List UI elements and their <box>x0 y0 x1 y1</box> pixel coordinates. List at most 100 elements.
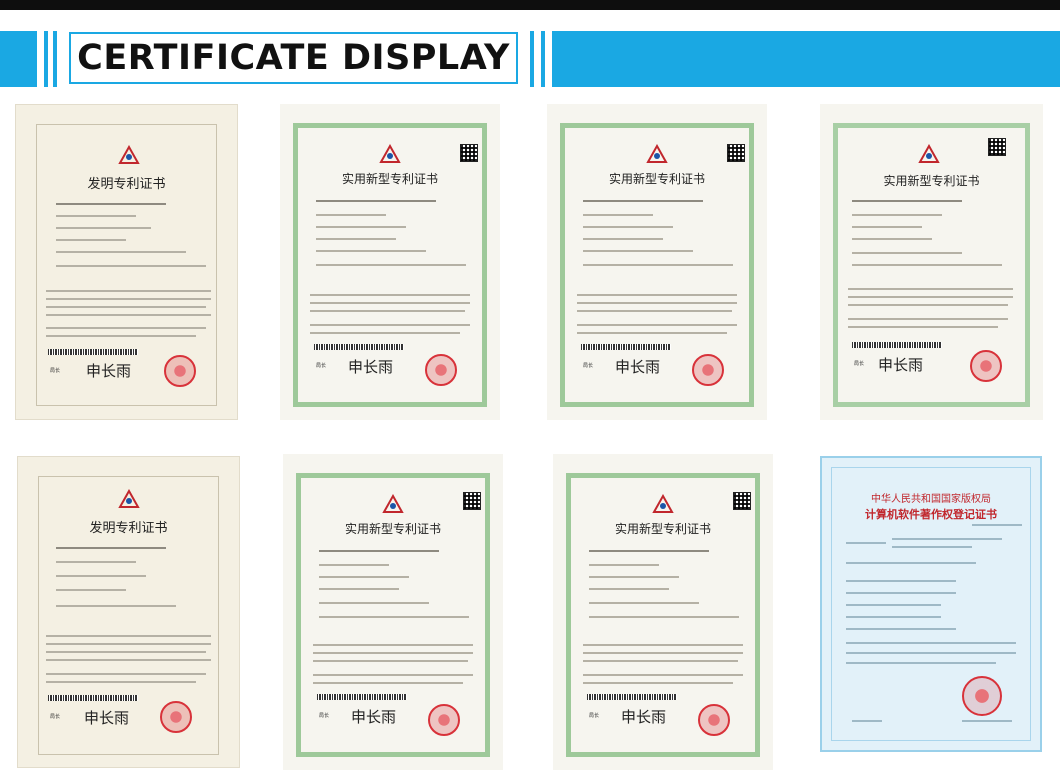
text-line <box>313 660 468 662</box>
signature-label: 局长 <box>583 363 594 369</box>
text-line <box>583 674 743 676</box>
official-seal-icon <box>164 355 196 387</box>
banner-stripe <box>530 31 534 87</box>
text-line <box>962 720 1012 722</box>
barcode <box>317 694 407 700</box>
text-line <box>313 644 473 646</box>
text-line <box>846 616 941 618</box>
official-seal-icon <box>425 354 457 386</box>
text-line <box>56 239 126 241</box>
text-line <box>319 564 389 566</box>
text-line <box>892 538 1002 540</box>
signature: 申长雨 <box>351 708 397 726</box>
banner-title-box: CERTIFICATE DISPLAY <box>69 32 518 84</box>
text-line <box>589 616 739 618</box>
text-line <box>46 298 211 300</box>
text-line <box>852 226 922 228</box>
text-line <box>846 592 956 594</box>
signature-label: 局长 <box>50 714 61 720</box>
official-seal-icon <box>698 704 730 736</box>
text-line <box>583 214 653 216</box>
text-line <box>583 652 743 654</box>
certificate-title: 计算机软件著作权登记证书 <box>865 508 997 521</box>
patent-office-logo-icon <box>118 145 140 164</box>
certificate-issuer: 中华人民共和国国家版权局 <box>871 494 991 505</box>
text-line <box>56 203 166 205</box>
text-line <box>46 314 211 316</box>
text-line <box>577 294 737 296</box>
qr-code-icon <box>988 138 1006 156</box>
signature: 申长雨 <box>84 709 130 727</box>
patent-office-logo-icon <box>652 494 674 513</box>
text-line <box>310 332 460 334</box>
text-line <box>310 294 470 296</box>
signature-label: 局长 <box>854 361 865 367</box>
top-bar <box>0 0 1060 10</box>
text-line <box>316 250 426 252</box>
certificate-utility-model-patent[interactable]: 实用新型专利证书 局长 申长雨 <box>553 454 773 770</box>
signature: 申长雨 <box>878 356 924 374</box>
text-line <box>316 226 406 228</box>
text-line <box>46 327 206 329</box>
text-line <box>846 628 956 630</box>
text-line <box>319 616 469 618</box>
text-line <box>852 214 942 216</box>
text-line <box>56 215 136 217</box>
text-line <box>56 575 146 577</box>
text-line <box>316 214 386 216</box>
text-line <box>313 674 473 676</box>
text-line <box>852 264 1002 266</box>
official-seal-icon <box>428 704 460 736</box>
text-line <box>46 306 206 308</box>
text-line <box>56 589 126 591</box>
text-line <box>589 602 699 604</box>
text-line <box>577 302 737 304</box>
section-banner: CERTIFICATE DISPLAY <box>0 31 1060 87</box>
text-line <box>56 251 186 253</box>
text-line <box>577 310 732 312</box>
text-line <box>852 200 962 202</box>
text-line <box>56 227 151 229</box>
certificate-title: 实用新型专利证书 <box>608 172 705 186</box>
banner-stripe <box>541 31 545 87</box>
official-seal-icon <box>692 354 724 386</box>
text-line <box>583 226 673 228</box>
signature: 申长雨 <box>348 358 394 376</box>
text-line <box>577 332 727 334</box>
text-line <box>310 302 470 304</box>
banner-stripe <box>53 31 57 87</box>
text-line <box>56 265 206 267</box>
certificate-invention-patent[interactable]: 发明专利证书 局长 申长雨 <box>17 456 240 768</box>
text-line <box>589 588 669 590</box>
text-line <box>583 200 703 202</box>
text-line <box>46 651 206 653</box>
signature-label: 局长 <box>316 363 327 369</box>
text-line <box>846 652 1016 654</box>
text-line <box>313 652 473 654</box>
text-line <box>848 296 1013 298</box>
text-line <box>589 576 679 578</box>
official-seal-icon <box>962 676 1002 716</box>
barcode <box>48 695 138 701</box>
certificate-utility-model-patent[interactable]: 实用新型专利证书 局长 申长雨 <box>547 104 767 420</box>
text-line <box>56 547 166 549</box>
text-line <box>46 635 211 637</box>
text-line <box>848 288 1013 290</box>
text-line <box>319 576 409 578</box>
text-line <box>848 304 1008 306</box>
certificate-invention-patent[interactable]: 发明专利证书 局长 申长雨 <box>15 104 238 420</box>
text-line <box>319 602 429 604</box>
text-line <box>316 264 466 266</box>
certificate-utility-model-patent[interactable]: 实用新型专利证书 局长 申长雨 <box>280 104 500 420</box>
text-line <box>46 290 211 292</box>
certificate-utility-model-patent[interactable]: 实用新型专利证书 局长 申长雨 <box>820 104 1043 420</box>
official-seal-icon <box>970 350 1002 382</box>
banner-right-band <box>552 31 1060 87</box>
signature-label: 局长 <box>589 713 600 719</box>
certificate-utility-model-patent[interactable]: 实用新型专利证书 局长 申长雨 <box>283 454 503 770</box>
text-line <box>319 588 399 590</box>
certificate-title: 实用新型专利证书 <box>344 522 441 536</box>
certificate-title: 实用新型专利证书 <box>883 174 980 188</box>
patent-office-logo-icon <box>118 489 140 508</box>
certificate-software-copyright[interactable]: 中华人民共和国国家版权局 计算机软件著作权登记证书 <box>820 456 1042 752</box>
